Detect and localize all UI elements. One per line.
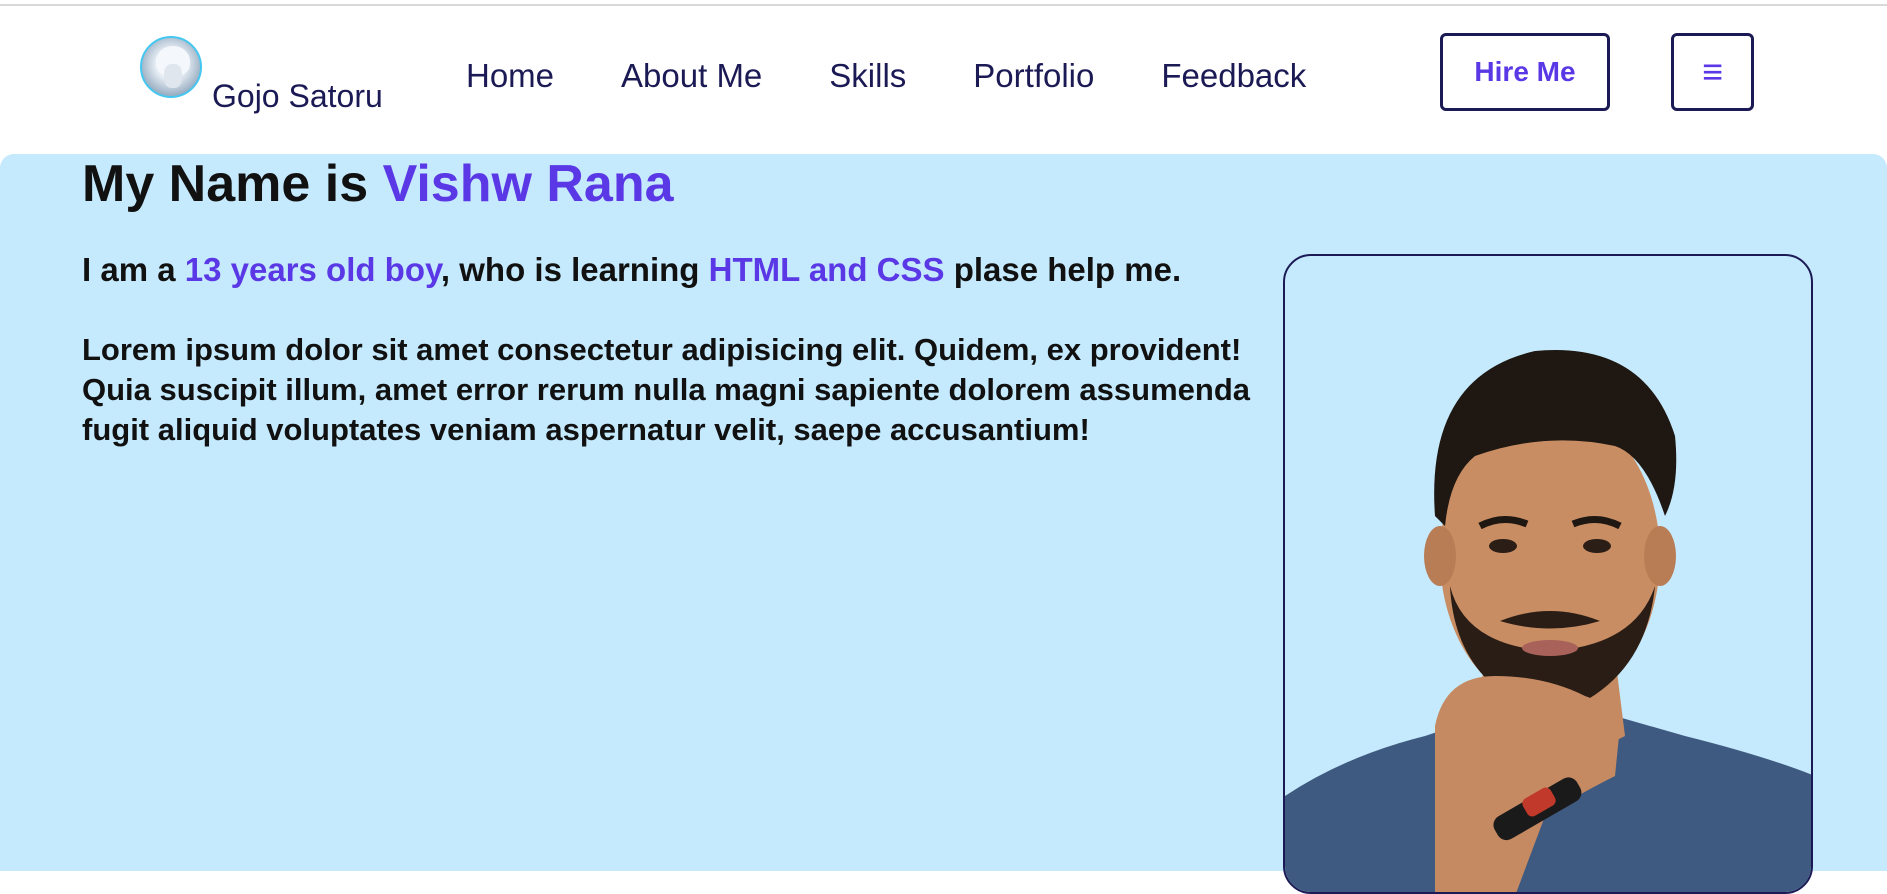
main-nav: Home About Me Skills Portfolio Feedback <box>466 48 1306 104</box>
intro-part2: , who is learning <box>440 251 709 288</box>
nav-home[interactable]: Home <box>466 57 554 95</box>
brand[interactable]: Gojo Satoru <box>140 36 383 116</box>
intro-part3: plase help me. <box>944 251 1182 288</box>
hero-paragraph: Lorem ipsum dolor sit amet consectetur a… <box>82 332 1250 447</box>
nav-feedback[interactable]: Feedback <box>1161 57 1306 95</box>
hero-section: My Name is Vishw Rana I am a 13 years ol… <box>0 154 1887 894</box>
title-name: Vishw Rana <box>382 155 674 213</box>
brand-name[interactable]: Gojo Satoru <box>212 76 383 116</box>
intro-highlight-skills: HTML and CSS <box>708 251 945 288</box>
hero-title: My Name is Vishw Rana <box>82 154 674 214</box>
nav-portfolio[interactable]: Portfolio <box>973 57 1094 95</box>
hire-me-button[interactable]: Hire Me <box>1440 33 1610 111</box>
intro-highlight-age: 13 years old boy <box>184 251 441 288</box>
nav-about-me[interactable]: About Me <box>621 57 762 95</box>
profile-photo <box>1283 254 1813 894</box>
profile-photo-illustration <box>1285 350 1811 892</box>
title-prefix: My Name is <box>82 155 383 213</box>
logo-avatar-icon <box>140 36 202 98</box>
hamburger-menu-icon: ≡ <box>1701 51 1723 92</box>
site-header: Gojo Satoru Home About Me Skills Portfol… <box>0 6 1887 154</box>
intro-text: I am a 13 years old boy, who is learning… <box>82 250 1181 290</box>
nav-skills[interactable]: Skills <box>829 57 906 95</box>
hamburger-menu-button[interactable]: ≡ <box>1671 33 1754 111</box>
intro-part1: I am a <box>82 251 185 288</box>
